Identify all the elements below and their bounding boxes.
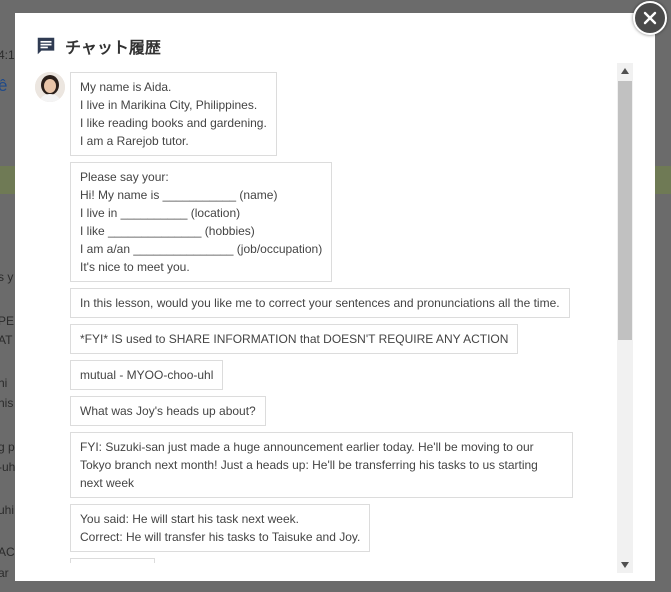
chat-message: In this lesson, would you like me to cor… bbox=[70, 288, 570, 318]
message-list: My name is Aida. I live in Marikina City,… bbox=[70, 72, 615, 563]
chat-message: What was Joy's heads up about? bbox=[70, 396, 266, 426]
scrollbar[interactable] bbox=[617, 63, 633, 573]
chat-message: My name is Aida. I live in Marikina City,… bbox=[70, 72, 277, 156]
modal-title: チャット履歴 bbox=[65, 38, 161, 57]
message-line: You said: He will start his task next we… bbox=[80, 512, 299, 526]
chat-message: FYI: Suzuki-san just made a huge announc… bbox=[70, 432, 573, 498]
scroll-down-button[interactable] bbox=[617, 557, 633, 573]
chat-bubble-icon bbox=[37, 37, 55, 55]
chat-history-modal: チャット履歴 My name is Aida. I live in Marikin… bbox=[15, 13, 655, 581]
background-text: s y bbox=[0, 270, 14, 284]
scroll-thumb[interactable] bbox=[618, 81, 632, 340]
background-text: AT bbox=[0, 333, 13, 347]
arrow-up-icon bbox=[621, 68, 629, 74]
background-text: ar bbox=[0, 566, 9, 580]
close-icon bbox=[643, 11, 657, 25]
modal-header: チャット履歴 bbox=[35, 35, 161, 57]
message-line: mutual - MYOO-choo-uhl bbox=[80, 368, 214, 382]
message-line: I live in __________ (location) bbox=[80, 206, 241, 220]
message-line: FYI: Suzuki-san just made a huge announc… bbox=[80, 440, 538, 490]
message-line: I like reading books and gardening. bbox=[80, 116, 267, 130]
message-line: My name is Aida. bbox=[80, 80, 172, 94]
close-button[interactable] bbox=[633, 1, 667, 35]
chat-message: mutual - MYOO-choo-uhl bbox=[70, 360, 224, 390]
chat-message: a AKu b i bbox=[70, 558, 155, 563]
message-line: I like ______________ (hobbies) bbox=[80, 224, 255, 238]
message-line: Hi! My name is ___________ (name) bbox=[80, 188, 278, 202]
message-line: Correct: He will transfer his tasks to T… bbox=[80, 530, 361, 544]
message-line: I am a Rarejob tutor. bbox=[80, 134, 189, 148]
message-line: In this lesson, would you like me to cor… bbox=[80, 296, 560, 310]
message-line: It's nice to meet you. bbox=[80, 260, 190, 274]
message-line: *FYI* IS used to SHARE INFORMATION that … bbox=[80, 332, 509, 346]
background-text: PE bbox=[0, 314, 15, 328]
tutor-avatar-icon bbox=[35, 72, 65, 102]
arrow-down-icon bbox=[621, 562, 629, 568]
chat-log[interactable]: My name is Aida. I live in Marikina City,… bbox=[35, 67, 615, 563]
background-text: g p bbox=[0, 440, 15, 454]
background-text: 4:1 bbox=[0, 48, 15, 62]
chat-message: *FYI* IS used to SHARE INFORMATION that … bbox=[70, 324, 519, 354]
background-text: his bbox=[0, 396, 14, 410]
background-text: AC bbox=[0, 545, 15, 559]
background-text: ê bbox=[0, 76, 8, 95]
background-text: -uh bbox=[0, 460, 16, 474]
chat-message: You said: He will start his task next we… bbox=[70, 504, 371, 552]
message-line: What was Joy's heads up about? bbox=[80, 404, 256, 418]
message-line: I live in Marikina City, Philippines. bbox=[80, 98, 258, 112]
background-text: uhi bbox=[0, 503, 15, 517]
message-line: Please say your: bbox=[80, 170, 169, 184]
message-line: I am a/an _______________ (job/occupatio… bbox=[80, 242, 323, 256]
scroll-up-button[interactable] bbox=[617, 63, 633, 79]
avatar bbox=[35, 72, 65, 102]
chat-message: Please say your: Hi! My name is _________… bbox=[70, 162, 333, 282]
background-text: hi bbox=[0, 376, 8, 390]
